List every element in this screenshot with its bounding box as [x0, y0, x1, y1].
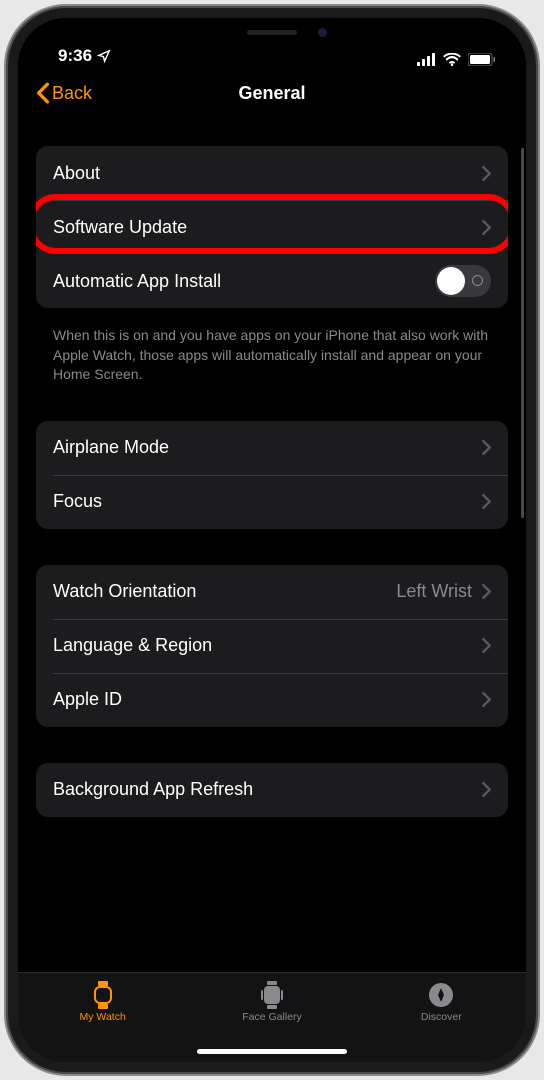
discover-icon: [427, 981, 455, 1009]
row-label: Language & Region: [53, 635, 482, 656]
chevron-right-icon: [482, 692, 491, 707]
chevron-right-icon: [482, 494, 491, 509]
row-background-app-refresh[interactable]: Background App Refresh: [36, 763, 508, 817]
chevron-left-icon: [36, 82, 50, 104]
battery-icon: [468, 53, 496, 66]
row-value: Left Wrist: [396, 581, 472, 602]
back-label: Back: [52, 83, 92, 104]
row-label: Focus: [53, 491, 482, 512]
nav-bar: Back General: [18, 68, 526, 118]
status-icons: [417, 53, 496, 66]
row-label: Background App Refresh: [53, 779, 482, 800]
time-text: 9:36: [58, 46, 92, 66]
chevron-right-icon: [482, 782, 491, 797]
cellular-icon: [417, 53, 436, 66]
section-footer: When this is on and you have apps on you…: [36, 316, 508, 385]
page-title: General: [238, 83, 305, 104]
screen: 9:36 Back General About: [18, 18, 526, 1062]
row-software-update[interactable]: Software Update: [36, 200, 508, 254]
scroll-indicator: [521, 148, 524, 518]
chevron-right-icon: [482, 220, 491, 235]
section-3: Watch Orientation Left Wrist Language & …: [36, 565, 508, 727]
tab-label: My Watch: [80, 1011, 126, 1023]
row-label: Automatic App Install: [53, 271, 435, 292]
row-language-region[interactable]: Language & Region: [36, 619, 508, 673]
row-label: Watch Orientation: [53, 581, 396, 602]
chevron-right-icon: [482, 638, 491, 653]
section-1: About Software Update Automatic App Inst…: [36, 146, 508, 308]
row-automatic-app-install[interactable]: Automatic App Install: [36, 254, 508, 308]
row-focus[interactable]: Focus: [36, 475, 508, 529]
chevron-right-icon: [482, 166, 491, 181]
wifi-icon: [443, 53, 461, 66]
row-apple-id[interactable]: Apple ID: [36, 673, 508, 727]
back-button[interactable]: Back: [36, 82, 92, 104]
tab-discover[interactable]: Discover: [381, 981, 501, 1023]
toggle-automatic-app-install[interactable]: [435, 265, 491, 297]
row-label: About: [53, 163, 482, 184]
tab-label: Face Gallery: [242, 1011, 302, 1023]
row-label: Airplane Mode: [53, 437, 482, 458]
tab-label: Discover: [421, 1011, 462, 1023]
row-label: Software Update: [53, 217, 482, 238]
content-area[interactable]: About Software Update Automatic App Inst…: [18, 118, 526, 972]
section-4: Background App Refresh: [36, 763, 508, 817]
section-2: Airplane Mode Focus: [36, 421, 508, 529]
row-about[interactable]: About: [36, 146, 508, 200]
toggle-ring: [472, 275, 483, 286]
device-frame: 9:36 Back General About: [8, 8, 536, 1072]
watch-icon: [89, 981, 117, 1009]
chevron-right-icon: [482, 584, 491, 599]
tab-face-gallery[interactable]: Face Gallery: [212, 981, 332, 1023]
status-time: 9:36: [58, 46, 111, 66]
chevron-right-icon: [482, 440, 491, 455]
row-airplane-mode[interactable]: Airplane Mode: [36, 421, 508, 475]
location-icon: [97, 49, 111, 63]
notch: [172, 18, 372, 46]
tab-my-watch[interactable]: My Watch: [43, 981, 163, 1023]
toggle-knob: [437, 267, 465, 295]
row-label: Apple ID: [53, 689, 482, 710]
home-indicator[interactable]: [197, 1049, 347, 1054]
row-watch-orientation[interactable]: Watch Orientation Left Wrist: [36, 565, 508, 619]
gallery-icon: [258, 981, 286, 1009]
